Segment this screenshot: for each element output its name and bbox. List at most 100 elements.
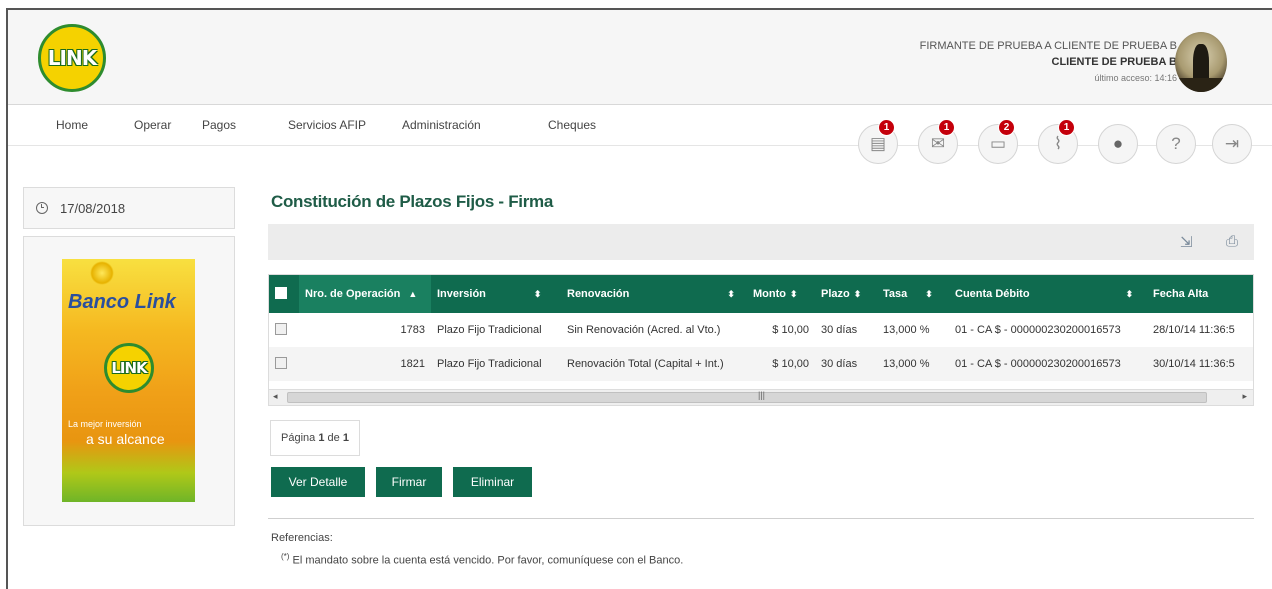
- toolbar: ⇲ ⎙: [268, 224, 1254, 260]
- cell-plazo: 30 días: [821, 358, 858, 370]
- column-label: Tasa: [883, 288, 908, 300]
- nav-item-operar[interactable]: Operar: [134, 118, 171, 132]
- cell-cuenta: 01 - CA $ - 000000230200016573: [955, 324, 1121, 336]
- clock-icon: [36, 202, 48, 214]
- cell-inversion: Plazo Fijo Tradicional: [437, 358, 542, 370]
- pager-total: 1: [342, 432, 349, 444]
- notification-badge: 2: [998, 119, 1015, 136]
- reference-mark: (*): [281, 552, 290, 561]
- flower-icon: [90, 261, 114, 285]
- date-box: 17/08/2018: [23, 187, 235, 229]
- pager-sep: de: [327, 432, 340, 444]
- ad-title: Banco Link: [68, 291, 176, 313]
- operations-table: Nro. de Operación ▲ Inversión ⬍ Renovación…: [268, 274, 1254, 406]
- cell-fecha: 30/10/14 11:36:5: [1153, 358, 1235, 370]
- sort-icon: ⬍: [533, 289, 542, 299]
- last-access: último acceso: 14:16: [1094, 73, 1177, 83]
- mail-icon[interactable]: ✉ 1: [918, 119, 958, 164]
- folder-icon[interactable]: ▭ 2: [978, 119, 1018, 164]
- nav-item-pagos[interactable]: Pagos: [202, 118, 236, 132]
- sign-button[interactable]: Firmar: [376, 467, 442, 497]
- column-label: Inversión: [437, 288, 486, 300]
- current-date: 17/08/2018: [60, 200, 126, 216]
- pager-current: 1: [318, 432, 325, 444]
- ad-logo: LINK: [104, 343, 154, 393]
- scroll-thumb[interactable]: |||: [287, 390, 1207, 403]
- cell-monto: $ 10,00: [772, 358, 809, 370]
- column-header-inversion[interactable]: Inversión ⬍: [431, 275, 561, 313]
- column-header-monto[interactable]: Monto ⬍: [747, 275, 815, 313]
- cell-tasa: 13,000 %: [883, 324, 930, 336]
- cell-renovacion: Renovación Total (Capital + Int.): [567, 358, 724, 370]
- nav-item-cheques[interactable]: Cheques: [548, 118, 596, 132]
- horizontal-scrollbar[interactable]: ◂ ||| ▸: [269, 389, 1253, 405]
- references-note: (*) El mandato sobre la cuenta está venc…: [281, 552, 683, 567]
- cell-cuenta: 01 - CA $ - 000000230200016573: [955, 358, 1121, 370]
- cell-plazo: 30 días: [821, 324, 858, 336]
- sort-asc-icon: ▲: [408, 289, 418, 299]
- document-icon[interactable]: ▤ 1: [858, 119, 898, 164]
- export-icon[interactable]: ⇲: [1180, 233, 1193, 251]
- reference-text: El mandato sobre la cuenta está vencido.…: [292, 554, 684, 567]
- link-logo[interactable]: LINK: [38, 24, 106, 92]
- pager-prefix: Página: [281, 432, 316, 444]
- pagination: Página 1 de 1: [270, 420, 360, 456]
- grip-icon: |||: [758, 390, 766, 400]
- ad-panel: Banco Link LINK La mejor inversión a su …: [23, 236, 235, 526]
- cell-nro: 1821: [400, 358, 425, 370]
- select-all-cell: [269, 275, 299, 313]
- user-client: CLIENTE DE PRUEBA B: [1051, 56, 1178, 68]
- sort-icon: ⬍: [925, 289, 933, 299]
- row-select-cell: [269, 347, 299, 381]
- nav-item-administracion[interactable]: Administración: [402, 118, 481, 132]
- help-icon[interactable]: ?: [1156, 124, 1196, 164]
- ad-banner[interactable]: Banco Link LINK La mejor inversión a su …: [62, 259, 195, 502]
- divider: [268, 518, 1254, 519]
- scroll-right-icon[interactable]: ▸: [1242, 391, 1247, 402]
- table-header-row: Nro. de Operación ▲ Inversión ⬍ Renovación…: [269, 275, 1253, 313]
- nav-item-home[interactable]: Home: [56, 118, 88, 132]
- sort-icon: ⬍: [789, 289, 798, 299]
- view-detail-button[interactable]: Ver Detalle: [271, 467, 365, 497]
- ad-tagline-2: a su alcance: [86, 431, 165, 447]
- logo-text: LINK: [47, 46, 97, 70]
- row-checkbox[interactable]: [275, 356, 287, 369]
- logout-icon[interactable]: ⇥: [1212, 124, 1252, 164]
- column-header-fecha[interactable]: Fecha Alta: [1147, 275, 1253, 313]
- header: LINK FIRMANTE DE PRUEBA A CLIENTE DE PRU…: [8, 10, 1272, 105]
- column-label: Cuenta Débito: [955, 288, 1030, 300]
- table-row[interactable]: 1821 Plazo Fijo Tradicional Renovación T…: [269, 347, 1253, 381]
- column-header-nro[interactable]: Nro. de Operación ▲: [299, 275, 431, 313]
- column-header-plazo[interactable]: Plazo ⬍: [815, 275, 877, 313]
- user-icon[interactable]: ●: [1098, 124, 1138, 164]
- sort-icon: ⬍: [853, 289, 862, 299]
- notification-badge: 1: [1058, 119, 1075, 136]
- scroll-left-icon[interactable]: ◂: [273, 391, 278, 402]
- column-label: Monto: [753, 288, 786, 300]
- cell-renovacion: Sin Renovación (Acred. al Vto.): [567, 324, 721, 336]
- row-checkbox[interactable]: [275, 322, 287, 335]
- column-header-renovacion[interactable]: Renovación ⬍: [561, 275, 747, 313]
- column-header-cuenta[interactable]: Cuenta Débito ⬍: [949, 275, 1147, 313]
- sort-icon: ⬍: [727, 289, 735, 299]
- avatar-ground: [1175, 78, 1227, 92]
- main-nav: Home Operar Pagos Servicios AFIP Adminis…: [8, 106, 1272, 164]
- notification-badge: 1: [878, 119, 895, 136]
- select-all-checkbox[interactable]: [275, 286, 287, 299]
- column-label: Plazo: [821, 288, 850, 300]
- table-row[interactable]: 1783 Plazo Fijo Tradicional Sin Renovaci…: [269, 313, 1253, 347]
- references-label: Referencias:: [271, 532, 333, 544]
- delete-button[interactable]: Eliminar: [453, 467, 532, 497]
- avatar[interactable]: [1175, 32, 1227, 92]
- column-label: Renovación: [567, 288, 630, 300]
- ad-tagline-1: La mejor inversión: [68, 419, 142, 429]
- cell-tasa: 13,000 %: [883, 358, 930, 370]
- nav-item-servicios-afip[interactable]: Servicios AFIP: [288, 118, 366, 132]
- cell-monto: $ 10,00: [772, 324, 809, 336]
- paperclip-icon[interactable]: ⌇ 1: [1038, 119, 1078, 164]
- column-header-tasa[interactable]: Tasa ⬍: [877, 275, 949, 313]
- page-title: Constitución de Plazos Fijos - Firma: [271, 192, 554, 211]
- print-icon[interactable]: ⎙: [1226, 233, 1238, 250]
- row-select-cell: [269, 313, 299, 347]
- notification-badge: 1: [938, 119, 955, 136]
